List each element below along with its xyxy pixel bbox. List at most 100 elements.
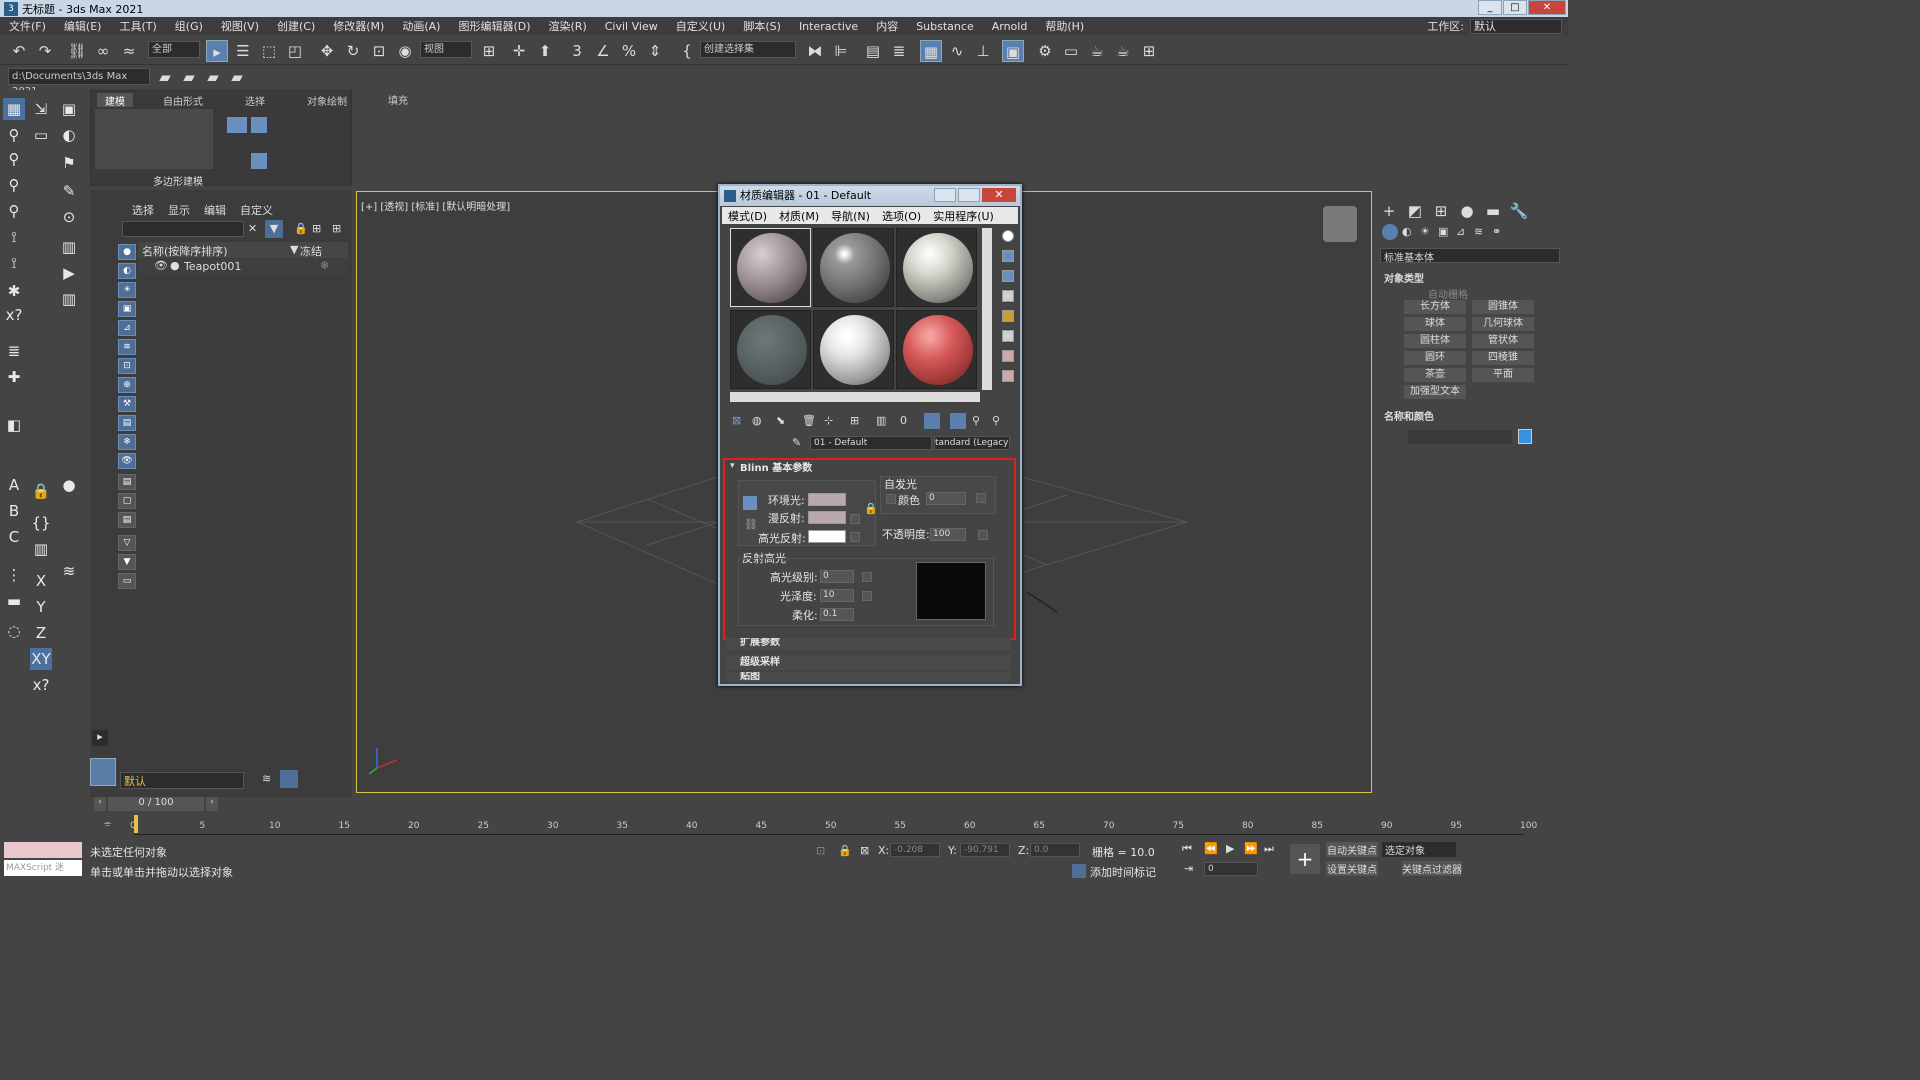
modify-tab-icon[interactable]: ◩	[1404, 200, 1426, 222]
helpers-icon[interactable]: ⊿	[1456, 225, 1465, 238]
lock-explorer-icon[interactable]: 🔒	[294, 222, 308, 235]
axis-x-icon[interactable]: X	[30, 570, 52, 592]
place-icon[interactable]: ◉	[394, 40, 416, 62]
display-xrefs-icon[interactable]: ⊕	[118, 377, 136, 393]
explorer-search-input[interactable]	[122, 221, 244, 237]
lock-icon[interactable]: 🔒	[30, 480, 52, 502]
rect-selection-icon[interactable]: ⬚	[258, 40, 280, 62]
tool-icon-c8[interactable]: ▥	[58, 288, 80, 310]
curve-editor-icon[interactable]: ∿	[946, 40, 968, 62]
display-cameras-icon[interactable]: ▣	[118, 301, 136, 317]
menu-file[interactable]: 文件(F)	[0, 18, 55, 34]
object-color-swatch[interactable]	[1518, 429, 1532, 444]
edit-named-sets-icon[interactable]: {	[676, 40, 698, 62]
ribbon-tab-object-paint[interactable]: 对象绘制	[307, 93, 347, 108]
viewcube-icon[interactable]	[1323, 206, 1357, 242]
tool-icon-c5[interactable]: ⊙	[58, 206, 80, 228]
spacewarps-icon[interactable]: ≋	[1474, 225, 1483, 238]
mat-menu-options[interactable]: 选项(O)	[876, 208, 927, 224]
layer-toggle-icon[interactable]	[280, 770, 298, 788]
list-item[interactable]: 👁 ● Teapot001 ❄	[138, 259, 348, 274]
ribbon-tab-freeform[interactable]: 自由形式	[163, 93, 203, 108]
material-name-dropdown[interactable]: 01 - Default	[810, 436, 932, 450]
abs-mode-icon[interactable]: ⊠	[860, 844, 869, 857]
redo-icon[interactable]: ↷	[34, 40, 56, 62]
rollup-blinn-basic[interactable]: Blinn 基本参数	[726, 461, 1011, 476]
glossiness-map-button[interactable]	[862, 591, 872, 601]
motion-tab-icon[interactable]: ●	[1456, 200, 1478, 222]
select-by-name-icon[interactable]: ☰	[232, 40, 254, 62]
geometry-icon[interactable]	[1382, 224, 1398, 240]
ribbon-tab-modeling[interactable]: 建模	[97, 93, 133, 108]
spinner-snap-icon[interactable]: ⇕	[644, 40, 666, 62]
link-color-icon[interactable]: ⛓	[744, 518, 758, 531]
hierarchy2-icon[interactable]: ⊞	[332, 222, 341, 235]
project-icon-4[interactable]: ▰	[226, 66, 248, 88]
display-tab-icon[interactable]: ▬	[1482, 200, 1504, 222]
uv-tiling-icon[interactable]	[1002, 290, 1014, 302]
ribbon-button-2[interactable]	[251, 117, 267, 133]
scene-explorer-icon[interactable]: ▤	[862, 40, 884, 62]
menu-arnold[interactable]: Arnold	[983, 20, 1037, 33]
lights-icon[interactable]: ☀	[1420, 225, 1430, 238]
menu-edit[interactable]: 编辑(E)	[55, 18, 111, 34]
render-setup-icon[interactable]: ⚙	[1034, 40, 1056, 62]
soften-spinner[interactable]: 0.1	[820, 608, 854, 621]
toggle-ribbon-icon[interactable]: ▦	[920, 40, 942, 62]
close-button[interactable]: ✕	[1528, 0, 1566, 15]
time-tag-icon[interactable]	[1072, 864, 1086, 878]
time-marker[interactable]	[134, 815, 138, 833]
text-c-icon[interactable]: C	[3, 526, 25, 548]
next-key-icon[interactable]: ⏩	[1244, 842, 1258, 855]
hierarchy-icon[interactable]: ⊞	[312, 222, 321, 235]
mat-close-button[interactable]: ✕	[982, 188, 1016, 202]
axis-xy-icon[interactable]: XY	[30, 648, 52, 670]
sphere-button[interactable]: 球体	[1404, 317, 1466, 331]
ribbon-tab-selection[interactable]: 选择	[245, 93, 265, 108]
menu-views[interactable]: 视图(V)	[212, 18, 268, 34]
reference-coord-dropdown[interactable]: 视图	[420, 41, 472, 58]
menu-scripting[interactable]: 脚本(S)	[734, 18, 790, 34]
object-name-input[interactable]	[1408, 430, 1512, 444]
tool-icon-a5[interactable]: ⚲	[3, 200, 25, 222]
put-to-scene-icon[interactable]: ◍	[752, 414, 762, 427]
minimize-button[interactable]: _	[1478, 0, 1502, 15]
filter-funnel-icon[interactable]: ▽	[118, 535, 136, 551]
clear-search-icon[interactable]: ✕	[248, 222, 257, 235]
project-folder-dropdown[interactable]: d:\Documents\3ds Max 2021	[8, 68, 150, 97]
color-checkbox[interactable]	[886, 494, 896, 504]
tool-icon-a8[interactable]: ✱	[3, 280, 25, 302]
tool-icon-b2[interactable]: ▭	[30, 124, 52, 146]
sample-slot-3[interactable]	[896, 228, 977, 307]
ribbon-tab-populate-visible[interactable]: 填充	[388, 92, 408, 107]
lasso-icon[interactable]: ⚲	[3, 124, 25, 146]
tool-icon-a9[interactable]: x?	[3, 304, 25, 326]
auto-key-button[interactable]: 自动关键点	[1326, 842, 1378, 857]
display-spacewarps-icon[interactable]: ≋	[118, 339, 136, 355]
freeze-icon[interactable]: ❄	[320, 259, 329, 272]
lock-ambient-diffuse-icon[interactable]	[743, 496, 757, 510]
material-editor-icon[interactable]: ▣	[1002, 40, 1024, 62]
mat-menu-utilities[interactable]: 实用程序(U)	[927, 208, 1000, 224]
category-dropdown[interactable]: 标准基本体	[1380, 248, 1560, 264]
slots-hscroll[interactable]	[730, 392, 980, 402]
explorer-tab-customize[interactable]: 自定义	[240, 202, 273, 218]
slots-vscroll[interactable]	[982, 228, 992, 390]
explorer-tab-edit[interactable]: 编辑	[204, 202, 226, 218]
next-frame-icon[interactable]: ›	[206, 797, 218, 811]
menu-modifiers[interactable]: 修改器(M)	[324, 18, 393, 34]
lock-icon-mat[interactable]: 🔒	[864, 502, 878, 515]
link-icon[interactable]: ⛓	[66, 40, 88, 62]
diffuse-map-button[interactable]	[850, 514, 860, 524]
key-mode-icon[interactable]: ⇥	[1184, 862, 1193, 875]
selection-lock-icon[interactable]: 🔒	[838, 844, 852, 857]
move-icon[interactable]: ✥	[316, 40, 338, 62]
sample-type-icon[interactable]	[1002, 230, 1014, 242]
explorer-tab-select[interactable]: 选择	[132, 202, 154, 218]
utilities-tab-icon[interactable]: 🔧	[1508, 200, 1530, 222]
isolate-icon[interactable]: ⊡	[816, 844, 825, 857]
column-name[interactable]: 名称(按降序排序)	[142, 243, 228, 259]
create-tab-icon[interactable]: +	[1378, 200, 1400, 222]
rollup-supersampling[interactable]: 超级采样	[726, 655, 1011, 670]
backlight-icon[interactable]	[1002, 250, 1014, 262]
